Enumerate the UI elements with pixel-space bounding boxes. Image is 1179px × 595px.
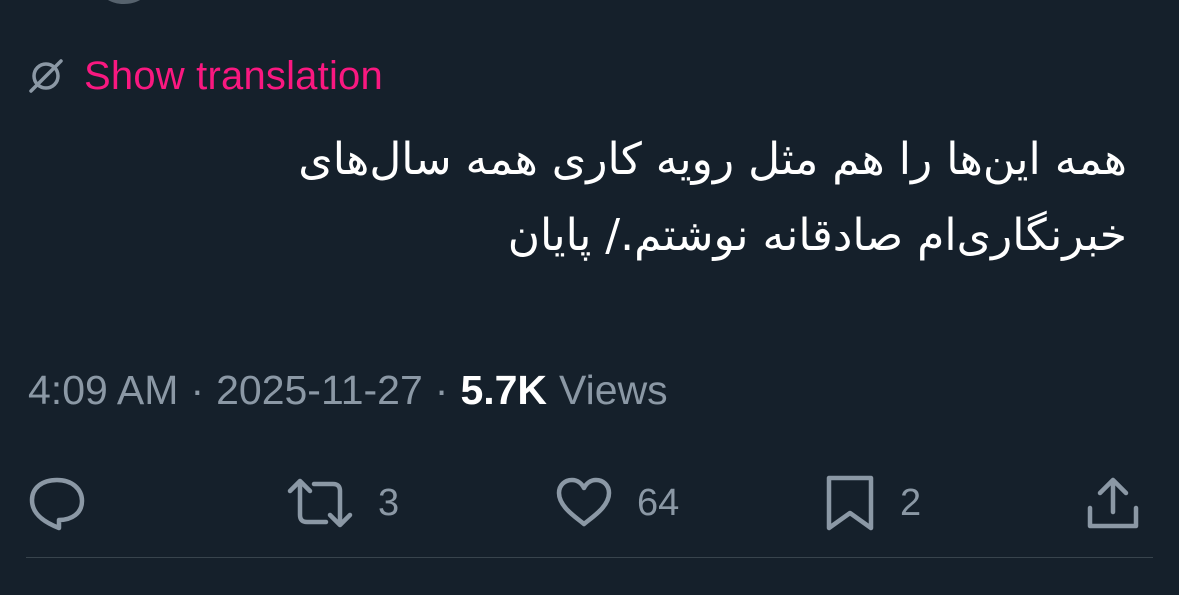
share-button[interactable] [1084,468,1142,538]
reply-icon [28,474,86,532]
show-translation-button[interactable]: Show translation [26,52,383,100]
tweet-time[interactable]: 4:09 AM [28,367,178,414]
views-label: Views [559,366,668,413]
tweet-date[interactable]: 2025-11-27 [216,367,423,414]
meta-separator: · [434,366,449,413]
like-count: 64 [637,481,680,524]
divider [26,557,1153,558]
tweet-text-line: خبرنگاری‌ام صادقانه نوشتم./ پایان [507,210,1127,261]
retweet-button[interactable]: 3 [286,468,399,538]
tweet-text: همه این‌ها را هم مثل رویه کاری همه سال‌ه… [67,122,1127,274]
show-translation-label[interactable]: Show translation [84,54,383,99]
avatar[interactable] [96,0,152,4]
reply-button[interactable] [28,468,110,538]
retweet-icon [286,477,354,529]
tweet-text-line: همه این‌ها را هم مثل رویه کاری همه سال‌ه… [298,134,1127,185]
meta-separator: · [190,366,205,413]
share-icon [1084,474,1142,532]
retweet-count: 3 [378,481,400,524]
tweet-meta: 4:09 AM · 2025-11-27 · 5.7K Views [28,362,668,418]
bookmark-button[interactable]: 2 [824,468,921,538]
translate-icon [26,56,66,96]
action-bar: 3 64 2 [0,468,1179,538]
bookmark-icon [824,473,876,533]
like-button[interactable]: 64 [555,468,679,538]
bookmark-count: 2 [900,481,922,524]
tweet-detail: Show translation همه این‌ها را هم مثل رو… [0,0,1179,595]
heart-icon [555,476,613,530]
views-count: 5.7K [460,366,548,413]
